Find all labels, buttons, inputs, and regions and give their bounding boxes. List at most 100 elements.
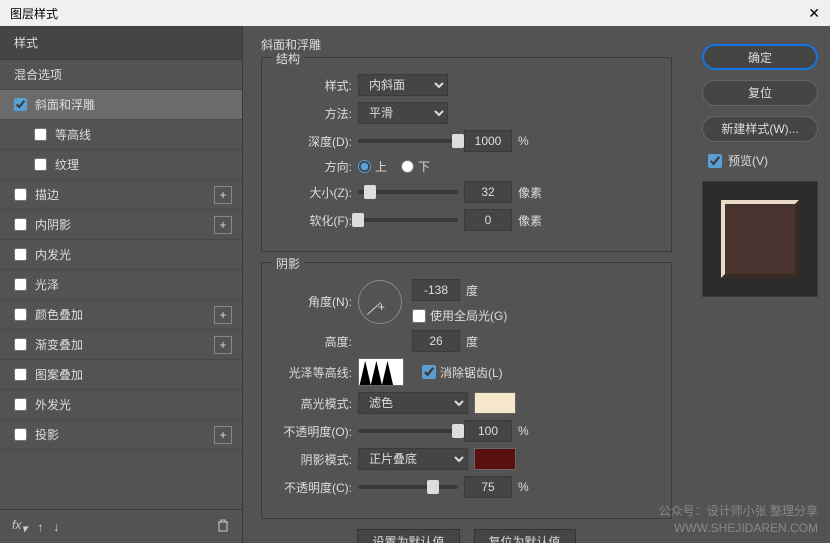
dir-down-radio[interactable]: 下 [401, 158, 430, 175]
style-item-2[interactable]: 纹理 [0, 150, 242, 180]
soft-slider[interactable] [358, 218, 458, 222]
style-label: 渐变叠加 [35, 336, 83, 353]
style-checkbox[interactable] [14, 368, 27, 381]
depth-slider[interactable] [358, 139, 458, 143]
style-label: 颜色叠加 [35, 306, 83, 323]
titlebar: 图层样式 ✕ [0, 0, 830, 26]
preview-check[interactable]: 预览(V) [708, 152, 818, 169]
style-list: 斜面和浮雕等高线纹理描边+内阴影+内发光光泽颜色叠加+渐变叠加+图案叠加外发光投… [0, 90, 242, 509]
arrow-down-icon[interactable]: ↓ [53, 520, 59, 534]
new-style-button[interactable]: 新建样式(W)... [702, 116, 818, 142]
highlight-mode-select[interactable]: 滤色 [358, 392, 468, 414]
plus-icon[interactable]: + [214, 306, 232, 324]
style-select[interactable]: 内斜面 [358, 74, 448, 96]
soft-unit: 像素 [518, 212, 542, 229]
structure-legend: 结构 [272, 50, 304, 67]
ok-button[interactable]: 确定 [702, 44, 818, 70]
fx-icon[interactable]: fx▾ [12, 518, 27, 535]
opacity2-label: 不透明度(C): [276, 479, 352, 496]
style-checkbox[interactable] [34, 158, 47, 171]
depth-label: 深度(D): [276, 133, 352, 150]
size-slider[interactable] [358, 190, 458, 194]
cancel-button[interactable]: 复位 [702, 80, 818, 106]
angle-label: 角度(N): [276, 293, 352, 310]
highlight-mode-label: 高光模式: [276, 395, 352, 412]
plus-icon[interactable]: + [214, 186, 232, 204]
opacity1-label: 不透明度(O): [276, 423, 352, 440]
style-item-0[interactable]: 斜面和浮雕 [0, 90, 242, 120]
gloss-contour[interactable] [358, 358, 404, 386]
shadow-group: 阴影 角度(N): + 度 使用全局光(G) 高度: 度 [261, 262, 672, 519]
highlight-color-swatch[interactable] [474, 392, 516, 414]
style-label: 投影 [35, 426, 59, 443]
style-item-6[interactable]: 光泽 [0, 270, 242, 300]
style-item-1[interactable]: 等高线 [0, 120, 242, 150]
style-item-8[interactable]: 渐变叠加 + [0, 330, 242, 360]
opacity2-slider[interactable] [358, 485, 458, 489]
bevel-preview [725, 204, 795, 274]
style-label: 纹理 [55, 156, 79, 173]
antialias-check[interactable]: 消除锯齿(L) [422, 364, 503, 381]
reset-default-button[interactable]: 复位为默认值 [474, 529, 576, 543]
plus-icon[interactable]: + [214, 336, 232, 354]
style-checkbox[interactable] [14, 278, 27, 291]
altitude-label: 高度: [276, 333, 352, 350]
angle-wheel[interactable]: + [358, 280, 402, 324]
structure-group: 结构 样式: 内斜面 方法: 平滑 深度(D): % 方向: 上 下 [261, 57, 672, 252]
opacity1-slider[interactable] [358, 429, 458, 433]
size-input[interactable] [464, 181, 512, 203]
style-item-5[interactable]: 内发光 [0, 240, 242, 270]
soft-label: 软化(F): [276, 212, 352, 229]
opacity2-input[interactable] [464, 476, 512, 498]
style-item-3[interactable]: 描边+ [0, 180, 242, 210]
opacity1-unit: % [518, 424, 529, 438]
style-checkbox[interactable] [14, 398, 27, 411]
plus-icon[interactable]: + [214, 216, 232, 234]
opacity1-input[interactable] [464, 420, 512, 442]
style-checkbox[interactable] [14, 188, 27, 201]
global-light-check[interactable]: 使用全局光(G) [412, 307, 507, 324]
dir-up-radio[interactable]: 上 [358, 158, 387, 175]
style-checkbox[interactable] [14, 338, 27, 351]
mid-panel: 斜面和浮雕 结构 样式: 内斜面 方法: 平滑 深度(D): % 方向: 上 [243, 26, 690, 543]
style-label: 样式: [276, 77, 352, 94]
shadow-mode-select[interactable]: 正片叠底 [358, 448, 468, 470]
method-select[interactable]: 平滑 [358, 102, 448, 124]
gloss-label: 光泽等高线: [276, 364, 352, 381]
style-item-9[interactable]: 图案叠加 [0, 360, 242, 390]
direction-label: 方向: [276, 158, 352, 175]
arrow-up-icon[interactable]: ↑ [37, 520, 43, 534]
method-label: 方法: [276, 105, 352, 122]
window-title: 图层样式 [10, 5, 58, 22]
style-checkbox[interactable] [14, 98, 27, 111]
style-item-4[interactable]: 内阴影 + [0, 210, 242, 240]
style-label: 图案叠加 [35, 366, 83, 383]
set-default-button[interactable]: 设置为默认值 [357, 529, 459, 543]
style-checkbox[interactable] [14, 308, 27, 321]
depth-unit: % [518, 134, 529, 148]
shadow-color-swatch[interactable] [474, 448, 516, 470]
close-icon[interactable]: ✕ [808, 5, 820, 22]
style-item-10[interactable]: 外发光 [0, 390, 242, 420]
style-item-11[interactable]: 投影 + [0, 420, 242, 450]
style-item-7[interactable]: 颜色叠加 + [0, 300, 242, 330]
style-label: 内发光 [35, 246, 71, 263]
style-label: 斜面和浮雕 [35, 96, 95, 113]
style-checkbox[interactable] [14, 218, 27, 231]
depth-input[interactable] [464, 130, 512, 152]
bottom-bar: fx▾ ↑ ↓ [0, 509, 242, 543]
style-checkbox[interactable] [14, 428, 27, 441]
style-label: 内阴影 [35, 216, 71, 233]
size-label: 大小(Z): [276, 184, 352, 201]
trash-icon[interactable] [216, 518, 230, 535]
watermark: 公众号：设计师小张 整理分享 WWW.SHEJIDAREN.COM [659, 503, 818, 537]
angle-unit: 度 [466, 282, 478, 299]
shadow-legend: 阴影 [272, 255, 304, 272]
style-checkbox[interactable] [34, 128, 47, 141]
soft-input[interactable] [464, 209, 512, 231]
angle-input[interactable] [412, 279, 460, 301]
style-checkbox[interactable] [14, 248, 27, 261]
blend-options[interactable]: 混合选项 [0, 60, 242, 90]
altitude-input[interactable] [412, 330, 460, 352]
plus-icon[interactable]: + [214, 426, 232, 444]
